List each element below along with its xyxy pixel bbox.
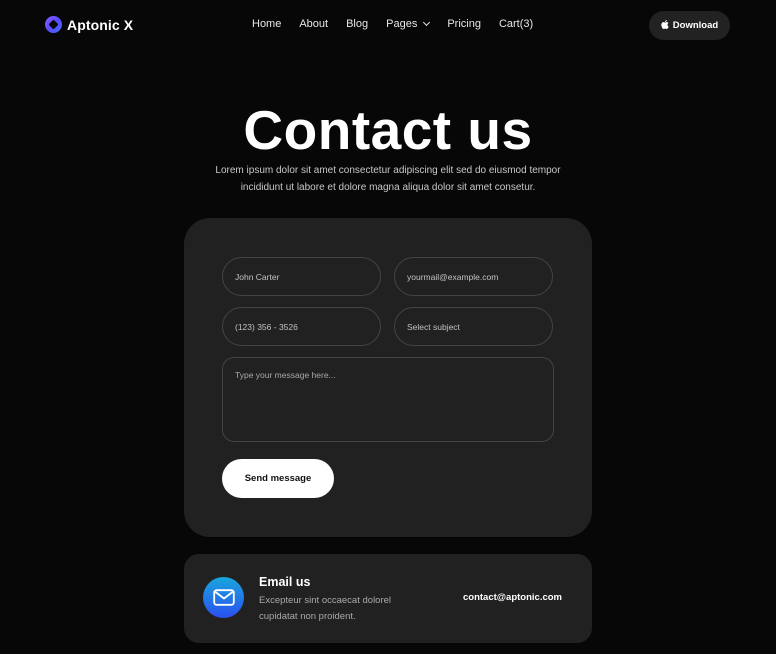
apple-icon: [661, 20, 669, 31]
nav-home[interactable]: Home: [252, 18, 281, 30]
email-card-description: Excepteur sint occaecat dolorel cupidata…: [259, 595, 392, 622]
send-message-button[interactable]: Send message: [222, 459, 334, 498]
main-menu: Home About Blog Pages Pricing Cart(3): [252, 18, 533, 30]
nav-cart[interactable]: Cart(3): [499, 18, 533, 30]
subject-select[interactable]: Select subject: [394, 307, 553, 346]
subject-placeholder: Select subject: [407, 321, 460, 332]
envelope-icon: [203, 577, 244, 618]
subtitle-line-1: Lorem ipsum dolor sit amet consectetur a…: [215, 165, 561, 176]
page-subtitle: Lorem ipsum dolor sit amet consectetur a…: [0, 163, 776, 196]
nav-pages-dropdown[interactable]: Pages: [386, 18, 431, 30]
nav-pricing[interactable]: Pricing: [447, 18, 481, 30]
nav-pages-label: Pages: [386, 18, 418, 30]
phone-placeholder: (123) 356 - 3526: [235, 321, 298, 332]
message-placeholder: Type your message here...: [235, 370, 336, 380]
nav-about[interactable]: About: [299, 18, 328, 30]
subtitle-line-2: incididunt ut labore et dolore magna ali…: [240, 181, 536, 193]
diamond-logo-icon: [45, 16, 62, 33]
nav-cart-label: Cart(3): [498, 18, 534, 30]
email-address-link[interactable]: contact@aptonic.com: [463, 592, 562, 603]
download-label: Download: [672, 20, 719, 31]
page-title: Contact us: [243, 99, 533, 161]
message-textarea[interactable]: Type your message here...: [222, 357, 554, 442]
download-button[interactable]: Download: [649, 11, 730, 40]
contact-form: John Carter yourmail@example.com (123) 3…: [184, 218, 592, 537]
email-card-title: Email us: [259, 575, 311, 589]
email-us-card: Email us Excepteur sint occaecat dolorel…: [184, 554, 592, 643]
chevron-down-icon: [423, 18, 431, 27]
phone-field[interactable]: (123) 356 - 3526: [222, 307, 381, 346]
email-field[interactable]: yourmail@example.com: [394, 257, 553, 296]
name-placeholder: John Carter: [235, 271, 280, 282]
nav-blog-label: Blog: [346, 18, 369, 30]
nav-pricing-label: Pricing: [447, 18, 481, 30]
nav-about-label: About: [299, 18, 329, 30]
email-placeholder: yourmail@example.com: [407, 271, 499, 282]
nav-blog[interactable]: Blog: [346, 18, 368, 30]
top-navigation: Aptonic X Home About Blog Pages Pricing …: [0, 0, 776, 50]
brand-logo[interactable]: Aptonic X: [45, 16, 133, 33]
name-field[interactable]: John Carter: [222, 257, 381, 296]
brand-name: Aptonic X: [67, 16, 134, 33]
nav-home-label: Home: [252, 18, 282, 30]
